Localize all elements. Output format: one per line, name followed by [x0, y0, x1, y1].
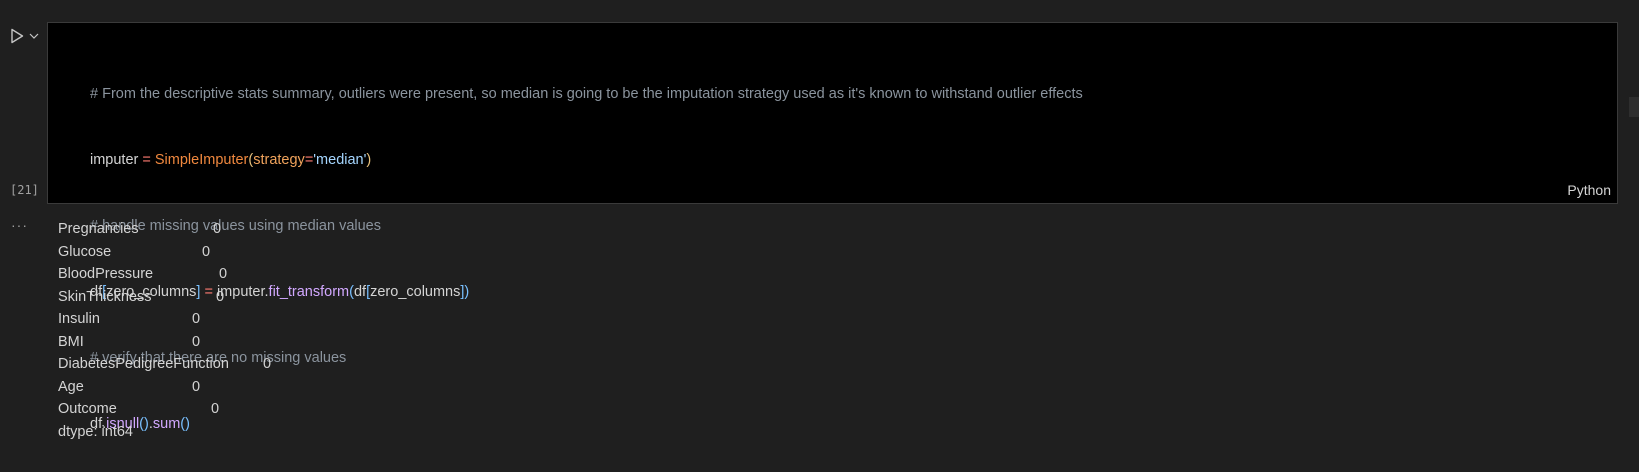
output-row: BloodPressure 0 — [58, 263, 229, 286]
output-row: Insulin 0 — [58, 308, 229, 331]
output-row-value: 0 — [263, 356, 272, 372]
play-icon — [11, 28, 24, 44]
output-dtype: dtype: int64 — [58, 421, 229, 444]
execution-count: [21] — [10, 183, 39, 197]
code-lines: # From the descriptive stats summary, ou… — [90, 39, 1083, 472]
output-row-value: 0 — [216, 288, 225, 305]
code-line: # From the descriptive stats summary, ou… — [90, 83, 1083, 105]
code-token: fit_transform — [268, 284, 350, 300]
output-row-value: 0 — [192, 378, 201, 395]
output-dtype-text: dtype: int64 — [58, 423, 133, 440]
run-options-button[interactable] — [28, 30, 40, 42]
output-row-name: Glucose — [58, 243, 112, 260]
output-row-value: 0 — [192, 333, 201, 350]
code-token: df — [353, 284, 367, 300]
output-row-name: Age — [58, 378, 84, 395]
code-token: ) — [464, 284, 470, 300]
ellipsis-icon[interactable]: ··· — [11, 217, 28, 233]
code-comment: # From the descriptive stats summary, ou… — [90, 86, 1083, 102]
output-row: Pregnancies 0 — [58, 218, 229, 241]
code-token: SimpleImputer — [154, 152, 249, 168]
code-line: # verify that there are no missing value… — [90, 347, 1083, 369]
code-token: zero_columns — [370, 284, 461, 300]
output-row-value: 0 — [213, 221, 222, 237]
code-token: imputer — [90, 152, 139, 168]
run-cell-button[interactable] — [8, 27, 26, 45]
output-row-value: 0 — [192, 311, 201, 327]
cell-run-controls — [8, 27, 40, 45]
code-token: 'median' — [313, 152, 367, 168]
cell-language-selector[interactable]: Python — [1567, 182, 1611, 198]
code-line: imputer = SimpleImputer(strategy='median… — [90, 149, 1083, 171]
output-row-value: 0 — [202, 243, 211, 260]
notebook: [21] # From the descriptive stats summar… — [0, 0, 1639, 472]
code-token: strategy — [253, 152, 305, 168]
code-line: # handle missing values using median val… — [90, 215, 1083, 237]
output-row: Age 0 — [58, 376, 229, 399]
scrollbar-thumb[interactable] — [1629, 97, 1639, 117]
output-row-name: DiabetesPedigreeFunction — [58, 356, 229, 372]
output-row: Glucose 0 — [58, 241, 229, 264]
code-cell-editor[interactable]: # From the descriptive stats summary, ou… — [47, 22, 1618, 432]
output-row-value: 0 — [219, 266, 228, 282]
code-line: df[zero_columns] = imputer.fit_transform… — [90, 281, 1083, 303]
code-token: = — [138, 152, 155, 168]
output-row: Outcome 0 — [58, 398, 229, 421]
output-row-value: 0 — [211, 401, 220, 417]
chevron-down-icon — [29, 33, 39, 39]
output-row: DiabetesPedigreeFunction 0 — [58, 353, 271, 376]
code-token: ) — [366, 152, 372, 168]
output-row-name: BloodPressure — [58, 266, 154, 282]
output-row-name: Outcome — [58, 401, 117, 417]
code-line: df.isnull().sum() — [90, 413, 1083, 435]
output-row-name: Insulin — [58, 311, 100, 327]
output-row: BMI 0 — [58, 331, 229, 354]
output-row-name: SkinThickness — [58, 288, 152, 305]
code-token: = — [304, 152, 314, 168]
output-row-name: Pregnancies — [58, 221, 139, 237]
output-row: SkinThickness 0 — [58, 286, 229, 309]
output-row-name: BMI — [58, 333, 84, 350]
cell-output: Pregnancies 0 Glucose 0 BloodPressure 0 Ski… — [58, 218, 271, 444]
